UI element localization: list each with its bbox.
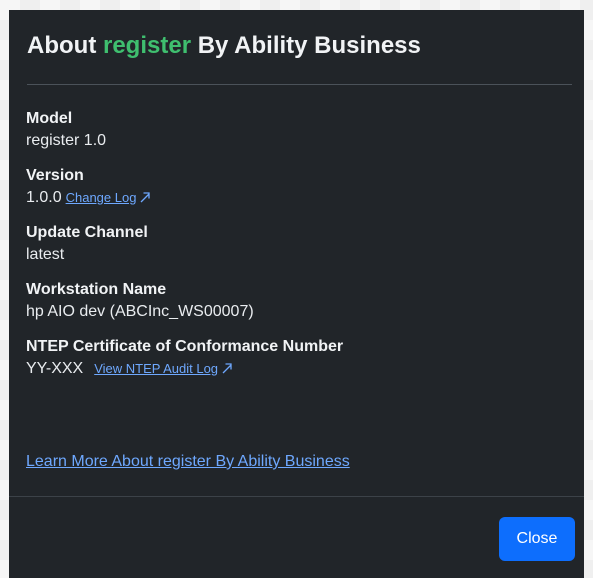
field-model: Model register 1.0 xyxy=(26,108,572,152)
external-link-icon xyxy=(140,192,151,203)
workstation-name-label: Workstation Name xyxy=(26,281,167,298)
learn-more-link[interactable]: Learn More About register By Ability Bus… xyxy=(26,453,350,471)
ntep-audit-log-link-text: View NTEP Audit Log xyxy=(94,361,219,376)
change-log-link-text: Change Log xyxy=(65,190,137,205)
ntep-audit-log-link[interactable]: View NTEP Audit Log xyxy=(94,361,233,376)
version-label: Version xyxy=(26,167,84,184)
external-link-icon xyxy=(222,363,232,374)
field-workstation-name: Workstation Name hp AIO dev (ABCInc_WS00… xyxy=(26,279,572,323)
dialog-title: About register By Ability Business xyxy=(27,32,421,60)
title-app-name: register xyxy=(102,32,192,59)
ntep-label: NTEP Certificate of Conformance Number xyxy=(26,338,344,355)
dialog-header: About register By Ability Business xyxy=(9,10,584,84)
field-version: Version 1.0.0 Change Log xyxy=(26,165,572,209)
ntep-value-row: YY-XXX View NTEP Audit Log xyxy=(26,358,572,380)
change-log-link[interactable]: Change Log xyxy=(66,190,152,205)
ntep-value: YY-XXX xyxy=(26,360,84,377)
header-divider xyxy=(27,84,572,85)
update-channel-value: latest xyxy=(26,246,65,263)
footer-divider xyxy=(9,496,584,497)
title-prefix: About xyxy=(27,32,97,59)
title-suffix: By Ability Business xyxy=(197,32,421,59)
model-label: Model xyxy=(26,110,73,127)
dialog-body: Model register 1.0 Version 1.0.0 Change L… xyxy=(26,108,572,393)
update-channel-label: Update Channel xyxy=(26,224,148,241)
close-button[interactable]: Close xyxy=(499,517,575,561)
field-ntep-certificate: NTEP Certificate of Conformance Number Y… xyxy=(26,336,572,380)
field-update-channel: Update Channel latest xyxy=(26,222,572,266)
model-value: register 1.0 xyxy=(26,132,107,149)
about-dialog: About register By Ability Business Model… xyxy=(9,10,584,578)
workstation-name-value: hp AIO dev (ABCInc_WS00007) xyxy=(26,303,254,320)
version-value-row: 1.0.0 Change Log xyxy=(26,187,572,209)
version-value: 1.0.0 xyxy=(26,189,62,206)
